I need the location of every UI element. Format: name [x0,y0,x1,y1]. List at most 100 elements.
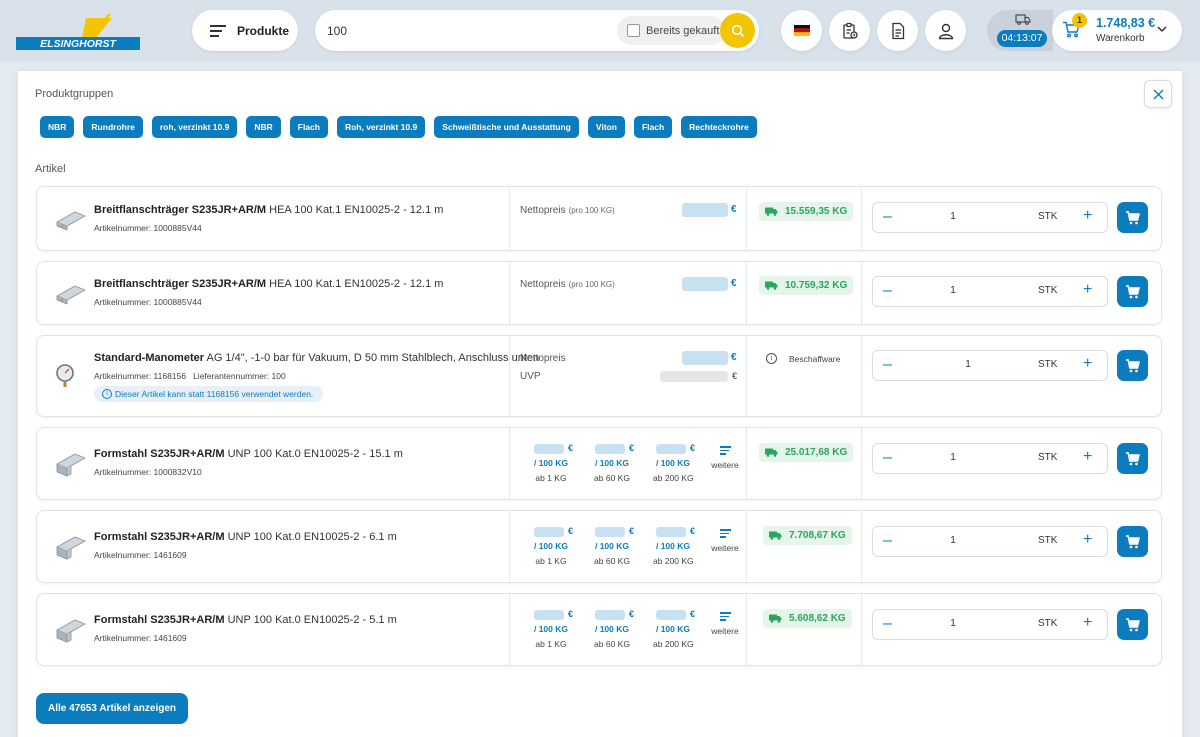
add-to-cart-button[interactable] [1117,443,1148,474]
account-button[interactable] [925,10,966,51]
article-number: Artikelnummer: 1461609 [94,550,187,560]
cart-icon [1126,284,1140,298]
list-icon [719,612,731,621]
chip-viton[interactable]: Viton [587,116,625,138]
stock-badge: 25.017,68 KG [759,443,854,462]
order-list-button[interactable] [829,10,870,51]
unit-label: STK [1038,285,1058,296]
header: ELSINGHORST Produkte Bereits gekauft 04:… [0,0,1200,62]
add-to-cart-button[interactable] [1117,202,1148,233]
quantity-value[interactable]: 1 [933,285,973,296]
manometer-thumbnail[interactable] [51,361,91,391]
quantity-stepper[interactable]: – 1 STK + [872,350,1108,381]
chip-roh-verzinkt-2[interactable]: Roh, verzinkt 10.9 [336,116,426,138]
more-tiers-button[interactable]: weitere [707,527,743,553]
beam-thumbnail[interactable] [51,278,91,308]
language-button[interactable] [781,10,822,51]
search-bar: Bereits gekauft [315,10,759,51]
cart-label: Warenkorb [1096,33,1145,44]
cart-button[interactable]: 1 1.748,83 € Warenkorb [1052,10,1182,51]
net-price-value [682,351,728,365]
quantity-value[interactable]: 1 [948,359,988,370]
show-all-articles-button[interactable]: Alle 47653 Artikel anzeigen [36,693,189,724]
cart-total: 1.748,83 € [1096,16,1156,30]
minus-icon[interactable]: – [883,615,892,633]
search-input[interactable] [327,20,607,42]
stock-badge: 15.559,35 KG [759,202,854,221]
quantity-value[interactable]: 1 [933,452,973,463]
supplier-number: Lieferantennummer: 100 [193,371,286,381]
unit-label: STK [1038,535,1058,546]
already-bought-checkbox[interactable] [627,24,640,37]
article-number: Artikelnummer: 1000885V44 [94,297,202,307]
net-price-label: Nettopreis (pro 100 KG) [520,279,615,290]
quantity-stepper[interactable]: – 1 STK + [872,443,1108,474]
add-to-cart-button[interactable] [1117,526,1148,557]
truck-icon [765,448,778,457]
quantity-value[interactable]: 1 [933,535,973,546]
chip-nbr[interactable]: NBR [40,116,75,138]
article-title[interactable]: Formstahl S235JR+AR/M UNP 100 Kat.0 EN10… [94,531,397,543]
cart-icon [1126,534,1140,548]
minus-icon[interactable]: – [883,208,892,226]
list-icon [719,529,731,538]
products-menu-button[interactable]: Produkte [192,10,298,51]
plus-icon[interactable]: + [1083,531,1092,549]
channel-thumbnail[interactable] [51,448,91,478]
search-results-panel: Produktgruppen NBR Rundrohre roh, verzin… [18,71,1182,737]
add-to-cart-button[interactable] [1117,276,1148,307]
add-to-cart-button[interactable] [1117,350,1148,381]
plus-icon[interactable]: + [1083,281,1092,299]
info-icon[interactable]: i [766,353,777,364]
minus-icon[interactable]: – [883,532,892,550]
article-title[interactable]: Breitflanschträger S235JR+AR/M HEA 100 K… [94,204,443,216]
plus-icon[interactable]: + [1083,448,1092,466]
minus-icon[interactable]: – [883,356,892,374]
quantity-stepper[interactable]: – 1 STK + [872,276,1108,307]
quantity-value[interactable]: 1 [933,211,973,222]
cart-icon [1126,358,1140,372]
already-bought-label: Bereits gekauft [646,24,720,37]
euro-sign: € [732,371,738,381]
quantity-stepper[interactable]: – 1 STK + [872,202,1108,233]
channel-thumbnail[interactable] [51,531,91,561]
channel-thumbnail[interactable] [51,614,91,644]
plus-icon[interactable]: + [1083,355,1092,373]
chip-flach-2[interactable]: Flach [633,116,673,138]
unit-label: STK [1038,359,1058,370]
plus-icon[interactable]: + [1083,614,1092,632]
beam-thumbnail[interactable] [51,204,91,234]
quantity-value[interactable]: 1 [933,618,973,629]
chip-rundrohre[interactable]: Rundrohre [83,116,143,138]
chip-flach[interactable]: Flach [289,116,328,138]
more-tiers-button[interactable]: weitere [707,610,743,636]
documents-button[interactable] [877,10,918,51]
chip-rechteckrohre[interactable]: Rechteckrohre [681,116,757,138]
euro-sign: € [731,204,737,215]
article-title[interactable]: Formstahl S235JR+AR/M UNP 100 Kat.0 EN10… [94,448,403,460]
plus-icon[interactable]: + [1083,207,1092,225]
more-tiers-button[interactable]: weitere [707,444,743,470]
elsinghorst-logo[interactable]: ELSINGHORST [16,12,140,52]
quantity-stepper[interactable]: – 1 STK + [872,526,1108,557]
close-button[interactable] [1144,80,1172,108]
already-bought-toggle[interactable]: Bereits gekauft [617,16,725,45]
article-title[interactable]: Standard-Manometer AG 1/4", -1-0 bar für… [94,352,539,364]
chip-roh-verzinkt[interactable]: roh, verzinkt 10.9 [151,116,238,138]
search-button[interactable] [720,13,755,48]
minus-icon[interactable]: – [883,282,892,300]
close-icon [1153,89,1163,99]
article-title[interactable]: Formstahl S235JR+AR/M UNP 100 Kat.0 EN10… [94,614,397,626]
article-title[interactable]: Breitflanschträger S235JR+AR/M HEA 100 K… [94,278,443,290]
article-row: Formstahl S235JR+AR/M UNP 100 Kat.0 EN10… [36,593,1162,666]
replacement-note[interactable]: i Dieser Artikel kann statt 1168156 verw… [94,386,324,402]
unit-label: STK [1038,452,1058,463]
menu-icon [210,22,226,40]
chevron-down-icon[interactable] [1156,23,1168,35]
minus-icon[interactable]: – [883,449,892,467]
add-to-cart-button[interactable] [1117,609,1148,640]
quantity-stepper[interactable]: – 1 STK + [872,609,1108,640]
chip-schweisstische[interactable]: Schweißtische und Ausstattung [434,116,579,138]
chip-nbr-2[interactable]: NBR [246,116,281,138]
user-icon [938,23,953,39]
